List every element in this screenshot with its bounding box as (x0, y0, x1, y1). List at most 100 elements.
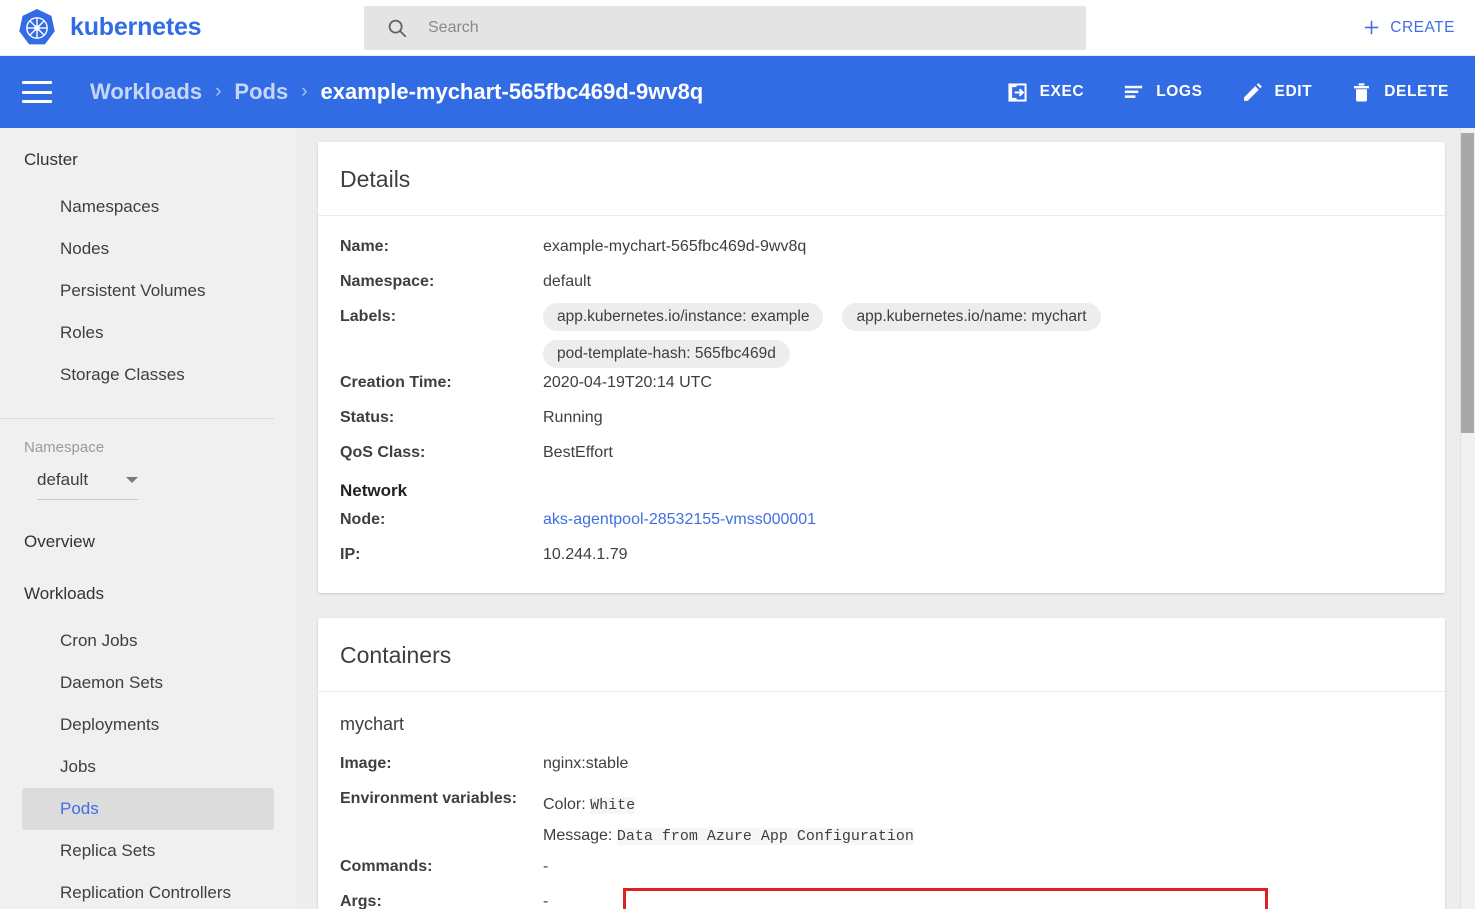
details-row-labels: Labels: app.kubernetes.io/instance: exam… (318, 302, 1445, 368)
breadcrumb-separator-icon: › (301, 81, 308, 102)
sidebar-item-pods[interactable]: Pods (22, 788, 274, 830)
sidebar-item-roles[interactable]: Roles (22, 312, 274, 354)
env-var-value: Data from Azure App Configuration (616, 828, 914, 845)
exec-button-label: EXEC (1039, 83, 1085, 100)
labels-chip-list: app.kubernetes.io/instance: example app.… (543, 302, 1203, 368)
details-row-namespace: Namespace: default (318, 267, 1445, 302)
details-row-node: Node: aks-agentpool-28532155-vmss000001 (318, 505, 1445, 540)
sidebar-item-replication-controllers[interactable]: Replication Controllers (22, 872, 274, 909)
main-content: Details Name: example-mychart-565fbc469d… (296, 128, 1475, 909)
sidebar-item-deployments[interactable]: Deployments (22, 704, 274, 746)
sidebar-item-nodes[interactable]: Nodes (22, 228, 274, 270)
containers-card: Containers mychart Image: nginx:stable E… (318, 618, 1445, 909)
content-scrollbar-thumb[interactable] (1461, 133, 1474, 433)
details-card-title: Details (318, 142, 1445, 216)
chevron-down-icon (126, 477, 138, 483)
container-row-environment-variables: Environment variables: Color: White Mess… (318, 784, 1445, 852)
sidebar-group-cluster[interactable]: Cluster (0, 150, 296, 170)
details-node-key: Node: (340, 511, 386, 528)
details-labels-key: Labels: (340, 308, 397, 325)
details-card: Details Name: example-mychart-565fbc469d… (318, 142, 1445, 593)
container-args-key: Args: (340, 893, 382, 909)
create-button-label: CREATE (1390, 18, 1455, 36)
label-chip: app.kubernetes.io/instance: example (543, 303, 824, 331)
delete-button[interactable]: DELETE (1348, 77, 1451, 108)
details-row-ip: IP: 10.244.1.79 (318, 540, 1445, 575)
namespace-select[interactable]: default (37, 470, 138, 500)
top-bar: kubernetes CREATE (0, 0, 1475, 56)
container-env-value-list: Color: White Message: Data from Azure Ap… (543, 784, 914, 852)
node-link[interactable]: aks-agentpool-28532155-vmss000001 (543, 511, 816, 528)
logs-icon (1125, 85, 1143, 98)
sidebar-divider (0, 418, 274, 419)
namespace-select-value: default (37, 470, 89, 489)
search-input[interactable] (428, 18, 1028, 37)
breadcrumb-separator-icon: › (215, 81, 222, 102)
page-header: Workloads › Pods › example-mychart-565fb… (0, 56, 1475, 128)
delete-button-label: DELETE (1384, 83, 1449, 100)
env-var-name: Color: (543, 796, 586, 813)
edit-button[interactable]: EDIT (1239, 77, 1315, 108)
logs-button-label: LOGS (1156, 83, 1203, 100)
container-image-key: Image: (340, 755, 392, 772)
details-namespace-value: default (543, 273, 592, 290)
create-button[interactable]: CREATE (1358, 12, 1459, 43)
container-row-commands: Commands: - (318, 852, 1445, 887)
details-ip-value: 10.244.1.79 (543, 546, 628, 563)
brand[interactable]: kubernetes (0, 7, 364, 49)
sidebar-group-workloads[interactable]: Workloads (0, 584, 296, 604)
trash-icon (1354, 82, 1370, 102)
menu-icon[interactable] (22, 81, 52, 103)
details-row-qos-class: QoS Class: BestEffort (318, 438, 1445, 473)
breadcrumb-item-workloads[interactable]: Workloads (90, 79, 202, 105)
details-ip-key: IP: (340, 546, 361, 563)
edit-button-label: EDIT (1274, 83, 1313, 100)
details-qos-class-value: BestEffort (543, 444, 613, 461)
env-var-value: White (590, 797, 636, 814)
details-creation-time-key: Creation Time: (340, 374, 452, 391)
env-var-item: Color: White (543, 790, 914, 821)
env-var-item: Message: Data from Azure App Configurati… (543, 821, 914, 852)
details-row-status: Status: Running (318, 403, 1445, 438)
search-icon (388, 19, 407, 37)
details-row-name: Name: example-mychart-565fbc469d-9wv8q (318, 232, 1445, 267)
details-creation-time-value: 2020-04-19T20:14 UTC (543, 374, 712, 391)
details-status-key: Status: (340, 409, 395, 426)
exec-button[interactable]: EXEC (1004, 77, 1087, 108)
container-args-value: - (543, 893, 549, 909)
brand-name: kubernetes (70, 13, 202, 41)
content-scrollbar[interactable] (1460, 128, 1475, 909)
sidebar-item-daemon-sets[interactable]: Daemon Sets (22, 662, 274, 704)
details-node-value-container: aks-agentpool-28532155-vmss000001 (543, 505, 816, 529)
details-name-key: Name: (340, 238, 389, 255)
details-row-creation-time: Creation Time: 2020-04-19T20:14 UTC (318, 368, 1445, 403)
container-commands-value: - (543, 858, 549, 875)
namespace-label: Namespace (24, 439, 105, 456)
details-status-value: Running (543, 409, 603, 426)
sidebar-item-jobs[interactable]: Jobs (22, 746, 274, 788)
sidebar-item-persistent-volumes[interactable]: Persistent Volumes (22, 270, 274, 312)
details-network-heading: Network (340, 481, 408, 500)
container-row-image: Image: nginx:stable (318, 749, 1445, 784)
container-env-key: Environment variables: (340, 790, 517, 807)
label-chip: pod-template-hash: 565fbc469d (543, 340, 790, 368)
sidebar-item-namespaces[interactable]: Namespaces (22, 186, 274, 228)
breadcrumb-item-current: example-mychart-565fbc469d-9wv8q (320, 79, 704, 104)
sidebar: Cluster Namespaces Nodes Persistent Volu… (0, 128, 296, 909)
search-bar[interactable] (364, 5, 1086, 50)
breadcrumb-item-pods[interactable]: Pods (234, 79, 288, 105)
details-namespace-key: Namespace: (340, 273, 435, 290)
pencil-icon (1243, 82, 1262, 101)
exec-icon (1008, 82, 1027, 102)
sidebar-item-cron-jobs[interactable]: Cron Jobs (22, 620, 274, 662)
sidebar-item-storage-classes[interactable]: Storage Classes (22, 354, 274, 396)
logs-button[interactable]: LOGS (1120, 77, 1204, 108)
container-row-args: Args: - (318, 887, 1445, 909)
sidebar-item-replica-sets[interactable]: Replica Sets (22, 830, 274, 872)
sidebar-item-overview[interactable]: Overview (0, 532, 296, 552)
container-name: mychart (340, 714, 405, 734)
label-chip: app.kubernetes.io/name: mychart (842, 303, 1101, 331)
details-qos-class-key: QoS Class: (340, 444, 426, 461)
kubernetes-logo-icon (19, 8, 55, 44)
plus-icon (1365, 20, 1379, 35)
